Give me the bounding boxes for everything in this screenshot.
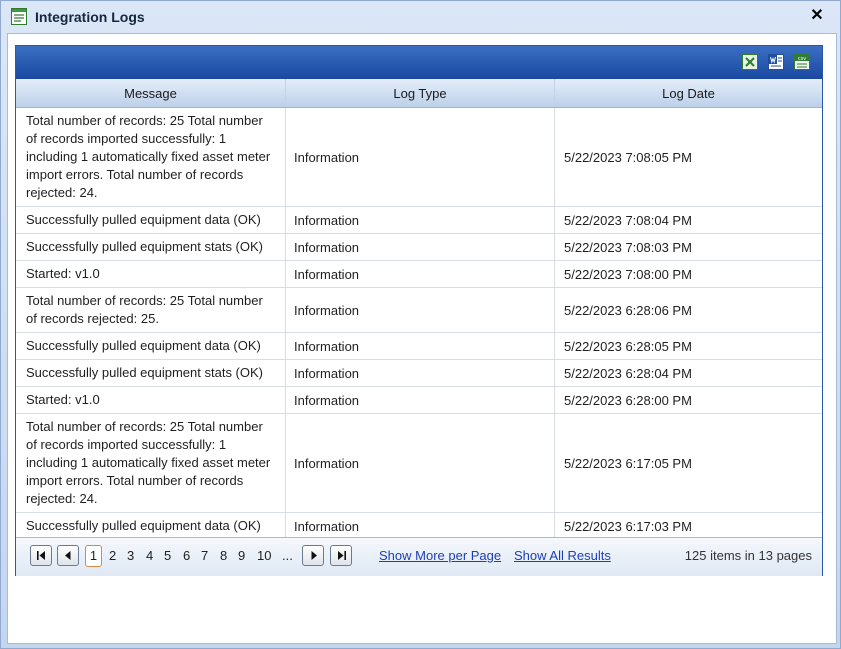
- log-date-cell: 5/22/2023 7:08:05 PM: [564, 149, 692, 165]
- message-cell: Total number of records: 25 Total number…: [16, 108, 286, 206]
- log-date-cell: 5/22/2023 7:08:00 PM: [564, 266, 692, 282]
- message-cell: Total number of records: 25 Total number…: [16, 414, 286, 512]
- log-date-cell: 5/22/2023 6:28:04 PM: [564, 365, 692, 381]
- log-document-icon: [11, 8, 27, 25]
- log-type-cell: Information: [286, 387, 555, 413]
- table-row[interactable]: Successfully pulled equipment data (OK) …: [16, 207, 822, 234]
- title-bar[interactable]: Integration Logs ✕: [1, 1, 840, 33]
- column-header-message[interactable]: Message: [16, 79, 286, 107]
- table-row[interactable]: Total number of records: 25 Total number…: [16, 108, 822, 207]
- log-type-cell: Information: [286, 261, 555, 287]
- log-date-cell: 5/22/2023 6:28:05 PM: [564, 338, 692, 354]
- page-link-ellipsis[interactable]: ...: [282, 548, 293, 563]
- page-link[interactable]: 6: [183, 548, 190, 563]
- last-page-icon: [338, 551, 346, 560]
- log-date-cell: 5/22/2023 7:08:04 PM: [564, 212, 692, 228]
- log-type-cell: Information: [286, 360, 555, 386]
- window-content: csv Message Log Type Log Date Total numb…: [7, 33, 837, 644]
- page-link[interactable]: 3: [127, 548, 134, 563]
- excel-export-icon[interactable]: [742, 54, 758, 70]
- page-link[interactable]: 7: [201, 548, 208, 563]
- table-row[interactable]: Successfully pulled equipment stats (OK)…: [16, 360, 822, 387]
- next-page-button[interactable]: [302, 545, 324, 566]
- message-cell: Successfully pulled equipment data (OK): [16, 513, 286, 537]
- csv-icon-label: csv: [798, 56, 806, 62]
- show-all-results-link[interactable]: Show All Results: [514, 548, 611, 563]
- csv-export-icon[interactable]: csv: [794, 54, 810, 70]
- table-row[interactable]: Successfully pulled equipment data (OK) …: [16, 513, 822, 537]
- log-type-cell: Information: [286, 333, 555, 359]
- table-row[interactable]: Total number of records: 25 Total number…: [16, 414, 822, 513]
- message-cell: Successfully pulled equipment stats (OK): [16, 360, 286, 386]
- page-link[interactable]: 4: [146, 548, 153, 563]
- message-cell: Started: v1.0: [16, 387, 286, 413]
- grid-body: Total number of records: 25 Total number…: [16, 108, 822, 537]
- table-row[interactable]: Successfully pulled equipment data (OK) …: [16, 333, 822, 360]
- pager-info: 125 items in 13 pages: [684, 548, 812, 563]
- log-date-cell: 5/22/2023 6:17:05 PM: [564, 455, 692, 471]
- current-page[interactable]: 1: [85, 545, 102, 567]
- grid-toolbar: csv: [16, 46, 822, 79]
- log-type-cell: Information: [286, 288, 555, 332]
- previous-page-icon: [65, 551, 71, 560]
- last-page-button[interactable]: [330, 545, 352, 566]
- grid-header: Message Log Type Log Date: [16, 79, 822, 108]
- column-header-log-date[interactable]: Log Date: [555, 79, 822, 107]
- log-date-cell: 5/22/2023 7:08:03 PM: [564, 239, 692, 255]
- log-type-cell: Information: [286, 414, 555, 512]
- pager: 1 2 3 4 5 6 7 8 9 10 ... Show More per P…: [16, 537, 822, 576]
- table-row[interactable]: Successfully pulled equipment stats (OK)…: [16, 234, 822, 261]
- table-row[interactable]: Total number of records: 25 Total number…: [16, 288, 822, 333]
- page-link[interactable]: 8: [220, 548, 227, 563]
- message-cell: Successfully pulled equipment stats (OK): [16, 234, 286, 260]
- table-row[interactable]: Started: v1.0 Information 5/22/2023 7:08…: [16, 261, 822, 288]
- log-date-cell: 5/22/2023 6:28:00 PM: [564, 392, 692, 408]
- message-cell: Successfully pulled equipment data (OK): [16, 333, 286, 359]
- table-row[interactable]: Started: v1.0 Information 5/22/2023 6:28…: [16, 387, 822, 414]
- message-cell: Started: v1.0: [16, 261, 286, 287]
- logs-grid: csv Message Log Type Log Date Total numb…: [15, 45, 823, 576]
- log-type-cell: Information: [286, 207, 555, 233]
- page-link[interactable]: 10: [257, 548, 271, 563]
- log-type-cell: Information: [286, 108, 555, 206]
- previous-page-button[interactable]: [57, 545, 79, 566]
- first-page-button[interactable]: [30, 545, 52, 566]
- log-date-cell: 5/22/2023 6:28:06 PM: [564, 302, 692, 318]
- first-page-icon: [37, 551, 45, 560]
- log-type-cell: Information: [286, 234, 555, 260]
- next-page-icon: [311, 551, 317, 560]
- page-link[interactable]: 5: [164, 548, 171, 563]
- window-title: Integration Logs: [35, 9, 145, 25]
- integration-logs-window: Integration Logs ✕ csv Message Log Type …: [0, 0, 841, 649]
- message-cell: Total number of records: 25 Total number…: [16, 288, 286, 332]
- word-export-icon[interactable]: [768, 54, 784, 70]
- log-date-cell: 5/22/2023 6:17:03 PM: [564, 518, 692, 534]
- log-type-cell: Information: [286, 513, 555, 537]
- column-header-log-type[interactable]: Log Type: [286, 79, 555, 107]
- page-link[interactable]: 9: [238, 548, 245, 563]
- show-more-per-page-link[interactable]: Show More per Page: [379, 548, 501, 563]
- close-icon[interactable]: ✕: [808, 7, 826, 25]
- message-cell: Successfully pulled equipment data (OK): [16, 207, 286, 233]
- page-link[interactable]: 2: [109, 548, 116, 563]
